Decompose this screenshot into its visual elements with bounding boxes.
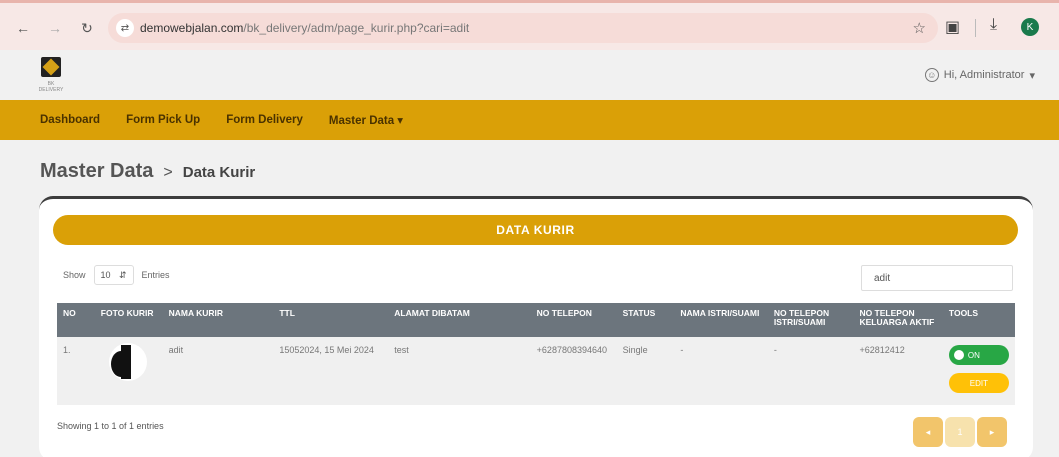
select-arrows-icon: ⇵ (118, 269, 127, 280)
toggle-knob (953, 350, 964, 360)
nav-master-data[interactable]: Master Data ▾ (329, 113, 403, 127)
kurir-table: NO FOTO KURIR NAMA KURIR TTL ALAMAT DIBA… (57, 303, 1015, 405)
breadcrumb-separator: > (163, 164, 173, 181)
user-greeting: Hi, Administrator (943, 69, 1025, 81)
col-foto-kurir[interactable]: FOTO KURIR (95, 303, 163, 337)
entries-select-value: 10 (100, 270, 111, 280)
col-telepon-keluarga[interactable]: NO TELEPON KELUARGA AKTIF (853, 303, 942, 337)
user-menu[interactable]: ☺ Hi, Administrator ▾ (924, 68, 1035, 82)
entries-select[interactable]: 10 ⇵ (93, 265, 134, 285)
url-text[interactable]: demowebjalan.com/bk_delivery/adm/page_ku… (140, 21, 469, 35)
search-input[interactable]: adit (861, 265, 1013, 291)
col-tools: TOOLS (948, 308, 979, 318)
toolbar-divider (975, 19, 976, 37)
main-nav: Dashboard Form Pick Up Form Delivery Mas… (0, 100, 1059, 140)
next-page-button[interactable]: ▸ (977, 417, 1007, 447)
site-settings-icon[interactable]: ⇄ (116, 19, 134, 37)
star-icon[interactable]: ☆ (913, 19, 926, 37)
status-toggle[interactable]: ON (948, 345, 1009, 365)
table-info: Showing 1 to 1 of 1 entries (57, 421, 164, 431)
toggle-label: ON (967, 350, 980, 360)
card-title: DATA KURIR (53, 215, 1018, 245)
courier-photo[interactable] (108, 343, 147, 381)
page-button-1[interactable]: 1 (945, 417, 975, 447)
logo-mark (41, 57, 61, 77)
col-status[interactable]: STATUS (617, 303, 675, 337)
edit-button[interactable]: EDIT (948, 373, 1009, 393)
back-icon[interactable]: ← (12, 17, 34, 39)
logo-caption: BK DELIVERY (38, 81, 64, 93)
chevron-down-icon: ▾ (1029, 69, 1035, 82)
col-no[interactable]: NO (57, 303, 95, 337)
breadcrumb: Master Data > Data Kurir (40, 160, 255, 183)
download-icon[interactable]: ⤓ (990, 16, 997, 34)
forward-icon[interactable]: → (44, 17, 66, 39)
cell-telepon-pasangan: - (773, 345, 777, 355)
nav-dashboard[interactable]: Dashboard (40, 114, 100, 126)
col-alamat[interactable]: ALAMAT DIBATAM (388, 303, 530, 337)
cell-alamat: test (394, 345, 409, 355)
pagination: ◂ 1 ▸ (913, 417, 1007, 447)
app-header: BK DELIVERY ☺ Hi, Administrator ▾ (0, 50, 1059, 100)
cell-foto (95, 337, 163, 405)
cell-telepon-keluarga: +62812412 (859, 345, 905, 355)
cell-no: 1. (63, 345, 71, 355)
col-nama-pasangan[interactable]: NAMA ISTRI/SUAMI (674, 303, 767, 337)
cell-status: Single (622, 345, 648, 355)
entries-label: Entries (141, 270, 170, 280)
col-no-telepon[interactable]: NO TELEPON (531, 303, 617, 337)
nav-form-delivery[interactable]: Form Delivery (226, 114, 303, 126)
cell-nama-pasangan: - (680, 345, 684, 355)
show-label: Show (63, 270, 86, 280)
browser-toolbar: ← → ↻ ⇄ demowebjalan.com/bk_delivery/adm… (0, 0, 1059, 50)
cell-tools: ON EDIT (943, 337, 1015, 405)
entries-length-control: Show 10 ⇵ Entries (63, 265, 170, 285)
address-bar[interactable]: ⇄ demowebjalan.com/bk_delivery/adm/page_… (108, 13, 938, 43)
prev-page-button[interactable]: ◂ (913, 417, 943, 447)
reload-icon[interactable]: ↻ (76, 17, 98, 39)
extensions-icon[interactable]: ▣ (945, 17, 960, 37)
cell-telepon: +6287808394640 (536, 345, 607, 355)
col-telepon-pasangan[interactable]: NO TELEPON ISTRI/SUAMI (768, 303, 854, 337)
table-header-row: NO FOTO KURIR NAMA KURIR TTL ALAMAT DIBA… (57, 303, 1015, 337)
brand-logo[interactable]: BK DELIVERY (38, 57, 64, 93)
cell-ttl: 15052024, 15 Mei 2024 (279, 345, 374, 355)
nav-form-pick-up[interactable]: Form Pick Up (126, 114, 200, 126)
breadcrumb-root[interactable]: Master Data (40, 160, 153, 183)
page-title: Data Kurir (182, 164, 256, 181)
user-icon: ☺ (924, 68, 939, 82)
cell-nama: adit (168, 345, 184, 355)
data-kurir-card: DATA KURIR Show 10 ⇵ Entries adit NO FOT… (39, 196, 1033, 457)
profile-avatar[interactable]: K (1021, 18, 1039, 36)
col-ttl[interactable]: TTL (273, 303, 388, 337)
col-nama-kurir[interactable]: NAMA KURIR (163, 303, 274, 337)
table-row: 1. adit 15052024, 15 Mei 2024 test +6287… (57, 337, 1015, 405)
